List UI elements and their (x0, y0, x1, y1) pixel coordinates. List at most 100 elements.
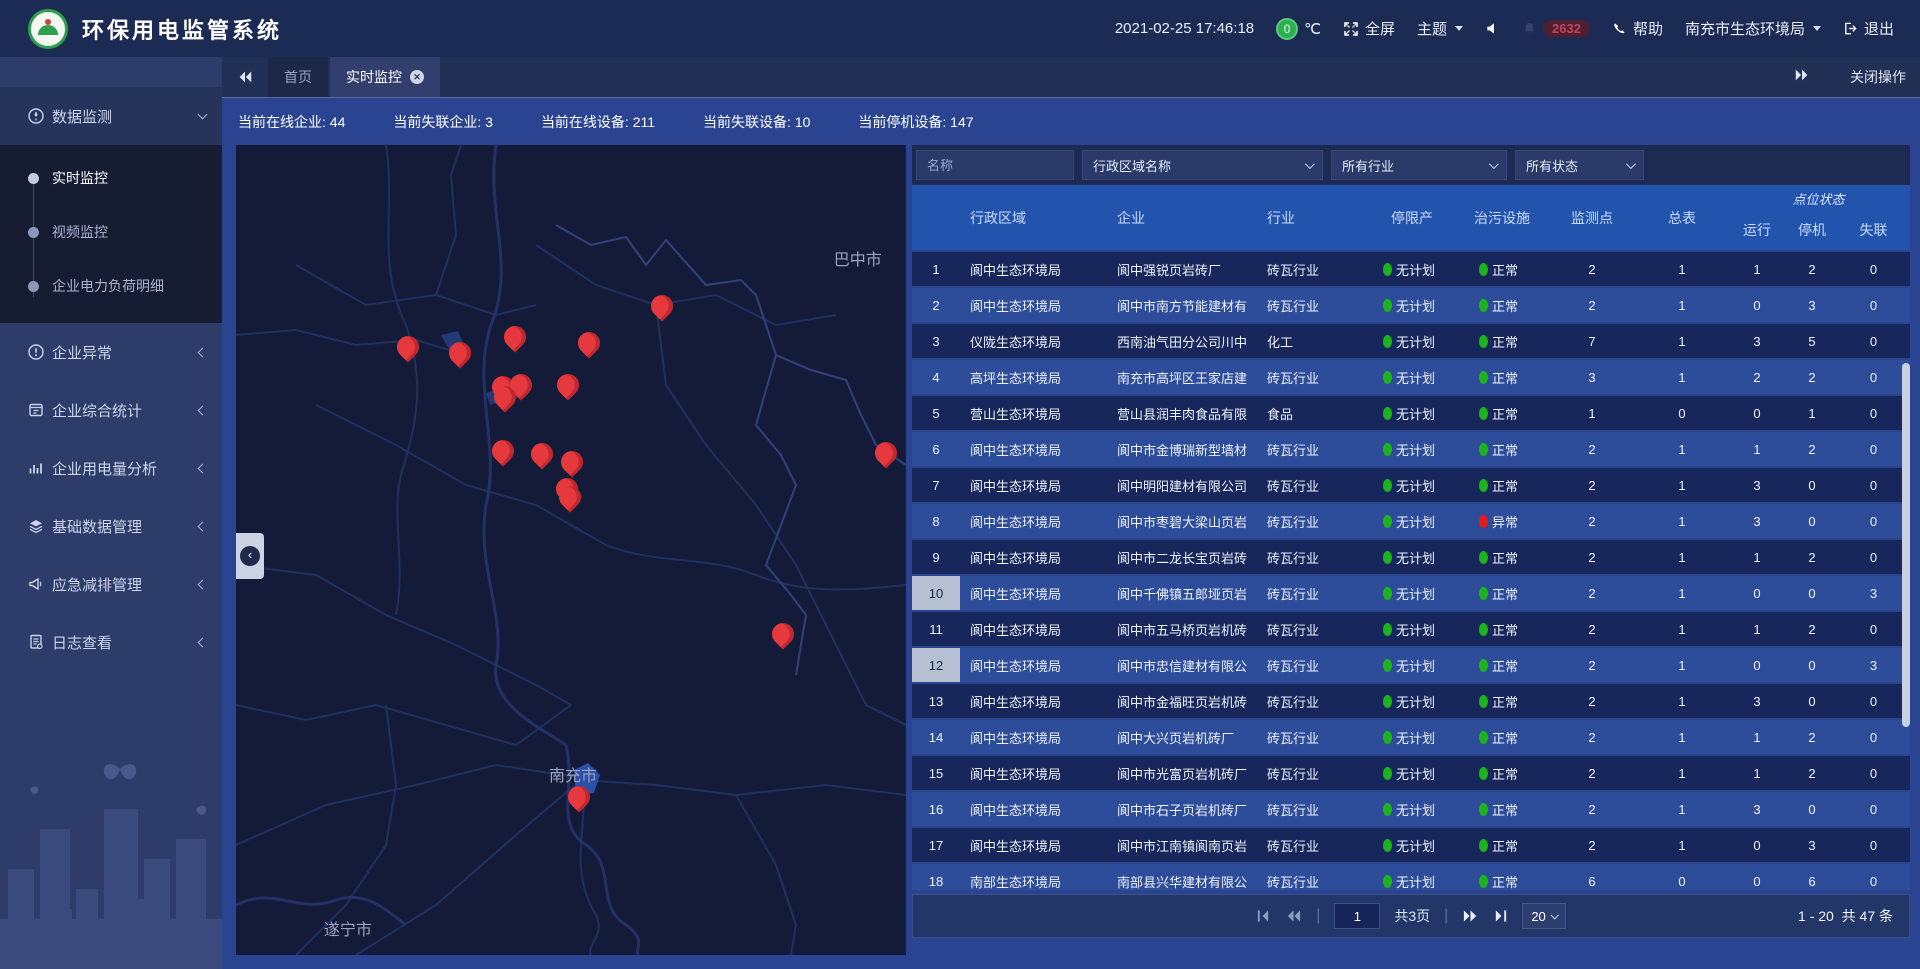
status-dot-icon (1479, 875, 1488, 888)
page-size-select[interactable]: 20 (1522, 903, 1565, 929)
cell-points: 2 (1547, 576, 1637, 610)
theme-dropdown[interactable]: 主题 (1417, 18, 1463, 39)
status-dot-icon (1479, 767, 1488, 780)
tab-1[interactable]: 首页 (268, 57, 328, 97)
map-pin-icon[interactable] (568, 786, 590, 808)
cell-run: 0 (1727, 288, 1787, 322)
table-row[interactable]: 9阆中生态环境局阆中市二龙长宝页岩砖砖瓦行业无计划正常21120 (912, 540, 1910, 574)
cell-industry: 砖瓦行业 (1257, 792, 1367, 826)
table-row[interactable]: 18南部生态环境局南部县兴华建材有限公砖瓦行业无计划正常60060 (912, 864, 1910, 890)
status-dot-icon (1383, 515, 1392, 528)
map-pin-icon[interactable] (651, 295, 673, 317)
cell-plan: 无计划 (1367, 468, 1457, 502)
scrollbar-thumb[interactable] (1902, 363, 1910, 727)
cell-company: 阆中市金福旺页岩机砖 (1107, 684, 1257, 718)
tabs-scroll-right-button[interactable] (1794, 68, 1810, 87)
table-row[interactable]: 14阆中生态环境局阆中大兴页岩机砖厂砖瓦行业无计划正常21120 (912, 720, 1910, 754)
table-row[interactable]: 3仪陇生态环境局西南油气田分公司川中化工无计划正常71350 (912, 324, 1910, 358)
tab-close-icon[interactable]: ✕ (410, 70, 424, 84)
map-pin-icon[interactable] (559, 486, 581, 508)
help-button[interactable]: 帮助 (1612, 18, 1663, 39)
map-pin-icon[interactable] (772, 623, 794, 645)
status-filter-select[interactable]: 所有状态 (1515, 150, 1644, 180)
sidebar-item-6[interactable]: 应急减排管理 (0, 555, 222, 613)
map-pin-icon[interactable] (531, 443, 553, 465)
sidebar-item-3[interactable]: 企业综合统计 (0, 381, 222, 439)
table-row[interactable]: 4高坪生态环境局南充市高坪区王家店建砖瓦行业无计划正常31220 (912, 360, 1910, 394)
map-pin-icon[interactable] (557, 374, 579, 396)
close-operations-button[interactable]: 关闭操作 (1850, 67, 1906, 87)
sound-button[interactable] (1485, 21, 1500, 36)
prev-page-button[interactable] (1285, 909, 1302, 923)
logout-button[interactable]: 退出 (1843, 18, 1894, 39)
tabs-scroll-left-button[interactable] (222, 57, 268, 97)
cell-facility: 正常 (1457, 468, 1547, 502)
table-row[interactable]: 1阆中生态环境局阆中强锐页岩砖厂砖瓦行业无计划正常21120 (912, 252, 1910, 286)
table-row[interactable]: 5营山生态环境局营山县润丰肉食品有限食品无计划正常10010 (912, 396, 1910, 430)
fullscreen-button[interactable]: 全屏 (1343, 18, 1395, 39)
sidebar-subitem-3[interactable]: 企业电力负荷明细 (0, 259, 222, 313)
table-row[interactable]: 15阆中生态环境局阆中市光富页岩机砖厂砖瓦行业无计划正常21120 (912, 756, 1910, 790)
map-pin-icon[interactable] (578, 332, 600, 354)
table-row[interactable]: 17阆中生态环境局阆中市江南镇阆南页岩砖瓦行业无计划正常21030 (912, 828, 1910, 862)
table-row[interactable]: 10阆中生态环境局阆中千佛镇五郎垭页岩砖瓦行业无计划正常21003 (912, 576, 1910, 610)
sidebar-item-7[interactable]: 日志查看 (0, 613, 222, 671)
map-pin-icon[interactable] (397, 336, 419, 358)
page-number-input[interactable] (1334, 903, 1380, 929)
filter-bar: 行政区域名称 所有行业 所有状态 (912, 145, 1910, 185)
table-row[interactable]: 6阆中生态环境局阆中市金博瑞新型墙材砖瓦行业无计划正常21120 (912, 432, 1910, 466)
map-collapse-button[interactable]: ‹ (236, 533, 264, 579)
cell-company: 阆中大兴页岩机砖厂 (1107, 720, 1257, 754)
map[interactable]: 巴中市南充市遂宁市 ‹ (236, 145, 906, 955)
table-row[interactable]: 2阆中生态环境局阆中市南方节能建材有砖瓦行业无计划正常21030 (912, 288, 1910, 322)
first-page-button[interactable] (1256, 909, 1271, 923)
industry-filter-select[interactable]: 所有行业 (1331, 150, 1507, 180)
region-filter-select[interactable]: 行政区域名称 (1082, 150, 1323, 180)
table-row[interactable]: 16阆中生态环境局阆中市石子页岩机砖厂砖瓦行业无计划正常21300 (912, 792, 1910, 826)
table-row[interactable]: 13阆中生态环境局阆中市金福旺页岩机砖砖瓦行业无计划正常21300 (912, 684, 1910, 718)
name-filter-input[interactable] (916, 150, 1074, 180)
table-row[interactable]: 11阆中生态环境局阆中市五马桥页岩机砖砖瓦行业无计划正常21120 (912, 612, 1910, 646)
tab-label: 首页 (284, 67, 312, 87)
table-row[interactable]: 12阆中生态环境局阆中市忠信建材有限公砖瓦行业无计划正常21003 (912, 648, 1910, 682)
last-page-button[interactable] (1493, 909, 1508, 923)
tab-2[interactable]: 实时监控✕ (330, 57, 440, 97)
next-page-button[interactable] (1462, 909, 1479, 923)
sidebar-item-label: 企业异常 (52, 342, 112, 363)
sidebar-subitem-label: 企业电力负荷明细 (52, 276, 164, 296)
cell-region: 南部生态环境局 (960, 864, 1107, 890)
cell-stop: 2 (1787, 360, 1837, 394)
sidebar-subitem-1[interactable]: 实时监控 (0, 151, 222, 205)
table-row[interactable]: 8阆中生态环境局阆中市枣碧大梁山页岩砖瓦行业无计划异常21300 (912, 504, 1910, 538)
cell-company: 阆中千佛镇五郎垭页岩 (1107, 576, 1257, 610)
sidebar-item-4[interactable]: 企业用电量分析 (0, 439, 222, 497)
bullet-dot-icon (28, 227, 39, 238)
cell-plan: 无计划 (1367, 576, 1457, 610)
sidebar-item-1[interactable]: 数据监测 (0, 87, 222, 145)
map-pin-icon[interactable] (504, 326, 526, 348)
sidebar-item-5[interactable]: 基础数据管理 (0, 497, 222, 555)
cell-run: 1 (1727, 612, 1787, 646)
sidebar-item-2[interactable]: 企业异常 (0, 323, 222, 381)
cell-meters: 1 (1637, 540, 1727, 574)
map-pin-icon[interactable] (492, 440, 514, 462)
cell-stop: 0 (1787, 576, 1837, 610)
cell-stop: 2 (1787, 612, 1837, 646)
cell-lost: 0 (1837, 468, 1910, 502)
notifications[interactable]: 2632 (1522, 20, 1590, 37)
col-run: 运行 (1727, 209, 1787, 250)
map-pin-icon[interactable] (875, 442, 897, 464)
cell-meters: 1 (1637, 252, 1727, 286)
map-pin-icon[interactable] (561, 451, 583, 473)
user-dropdown[interactable]: 南充市生态环境局 (1685, 18, 1821, 39)
table-row[interactable]: 7阆中生态环境局阆中明阳建材有限公司砖瓦行业无计划正常21300 (912, 468, 1910, 502)
cell-plan: 无计划 (1367, 324, 1457, 358)
status-dot-icon (1383, 551, 1392, 564)
status-dot-icon (1479, 515, 1488, 528)
sidebar-subitem-2[interactable]: 视频监控 (0, 205, 222, 259)
map-city-label: 遂宁市 (324, 916, 372, 940)
cell-points: 2 (1547, 720, 1637, 754)
logout-icon (1843, 21, 1858, 36)
map-pin-icon[interactable] (449, 342, 471, 364)
map-pin-icon[interactable] (494, 386, 516, 408)
